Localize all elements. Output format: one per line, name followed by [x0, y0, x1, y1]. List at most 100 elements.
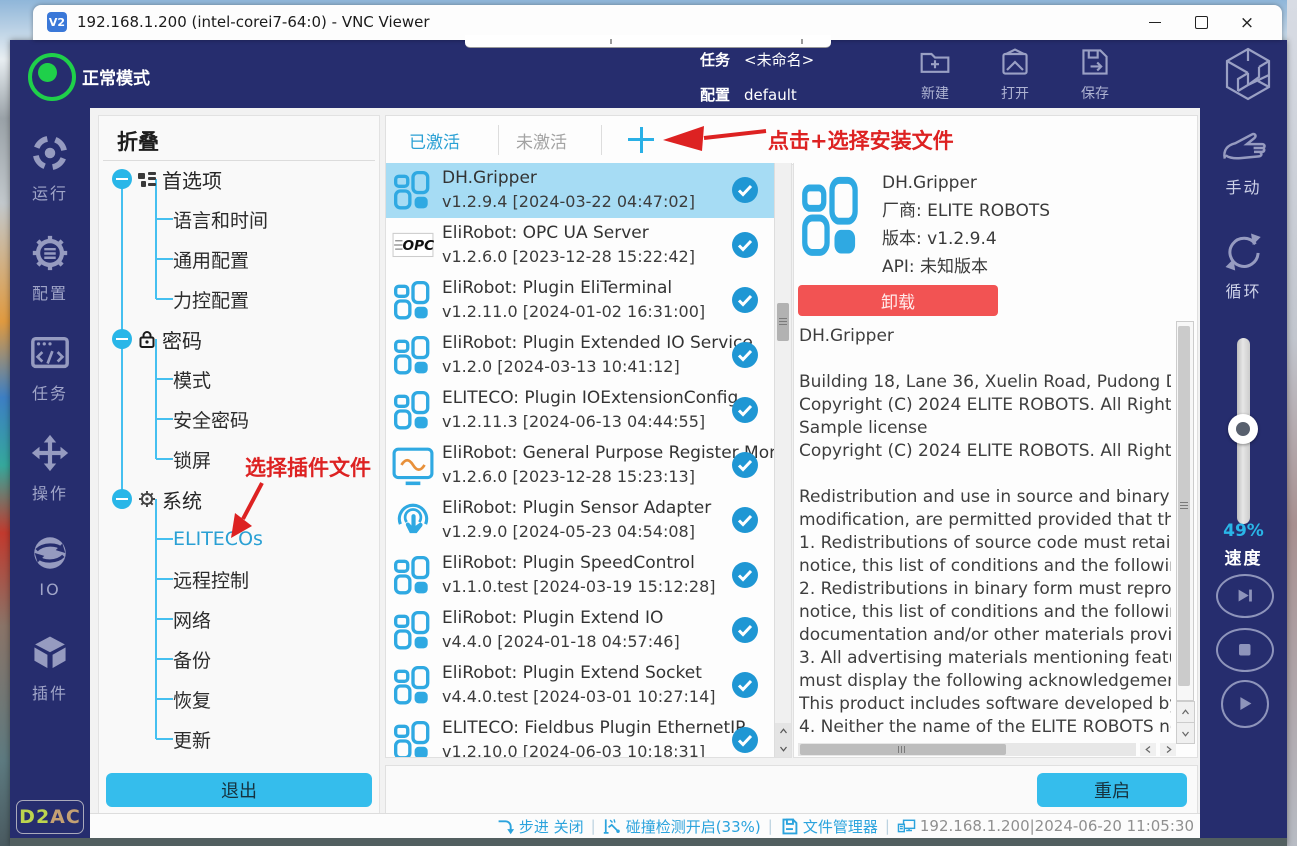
plugin-icon — [392, 390, 434, 432]
exit-button[interactable]: 退出 — [106, 773, 372, 807]
activated-check-icon[interactable] — [732, 452, 758, 478]
tree-item-恢复[interactable]: 恢复 — [99, 679, 377, 719]
collapse-node-icon[interactable] — [112, 329, 132, 349]
license-line: notice, this list of conditions and the … — [799, 601, 1171, 624]
plugin-name: EliRobot: OPC UA Server — [442, 223, 649, 243]
tree-collapse-header[interactable]: 折叠 — [117, 126, 159, 156]
activated-check-icon[interactable] — [732, 287, 758, 313]
activated-check-icon[interactable] — [732, 562, 758, 588]
save-task-label: 保存 — [1063, 83, 1127, 103]
divider: | — [768, 817, 773, 835]
activated-check-icon[interactable] — [732, 727, 758, 753]
tree-item-力控配置[interactable]: 力控配置 — [99, 279, 377, 319]
restart-button[interactable]: 重启 — [1037, 773, 1187, 807]
plugin-version: v1.2.0 [2024-03-13 10:41:12] — [442, 357, 680, 376]
activated-check-icon[interactable] — [732, 397, 758, 423]
collapse-node-icon[interactable] — [112, 169, 132, 189]
new-task-button[interactable]: 新建 — [903, 46, 967, 103]
step-forward-button[interactable] — [1216, 574, 1274, 618]
plugin-row[interactable]: EliRobot: Plugin EliTerminal v1.2.11.0 [… — [386, 273, 774, 328]
license-line: 1. Redistributions of source code must r… — [799, 532, 1171, 555]
collapse-node-icon[interactable] — [112, 489, 132, 509]
save-task-button[interactable]: 保存 — [1063, 46, 1127, 103]
tree-item-模式[interactable]: 模式 — [99, 359, 377, 399]
details-horizontal-scrollbar[interactable] — [798, 743, 1136, 756]
plugin-row[interactable]: EliRobot: OPC UA Server v1.2.6.0 [2023-1… — [386, 218, 774, 273]
details-scroll-left-button[interactable] — [1140, 743, 1156, 756]
plugin-row[interactable]: EliRobot: Plugin Extended IO Service v1.… — [386, 328, 774, 383]
activated-check-icon[interactable] — [732, 342, 758, 368]
activated-check-icon[interactable] — [732, 507, 758, 533]
annotation-add-hint: 点击+选择安装文件 — [768, 125, 954, 155]
task-row: 任务<未命名> — [700, 49, 814, 70]
plugin-list-scrollbar[interactable] — [774, 163, 791, 757]
details-scroll-up-button[interactable] — [1176, 701, 1195, 723]
plugin-row[interactable]: EliRobot: Plugin Extend Socket v4.4.0.te… — [386, 658, 774, 713]
activated-check-icon[interactable] — [732, 177, 758, 203]
plugin-version: v1.2.6.0 [2023-12-28 15:22:42] — [442, 247, 695, 266]
activated-check-icon[interactable] — [732, 232, 758, 258]
robot-status-indicator — [28, 53, 76, 101]
vnc-toolbar-notch[interactable] — [465, 35, 831, 48]
scrollbar-thumb[interactable] — [777, 303, 789, 341]
plugin-list: DH.Gripper v1.2.9.4 [2024-03-22 04:47:02… — [385, 163, 792, 758]
sidebar-item-config[interactable]: 配置 — [10, 232, 90, 304]
step-mode-indicator[interactable]: 步进 关闭 — [496, 816, 584, 837]
tree-group-系统[interactable]: 系统 — [99, 479, 377, 519]
play-button[interactable] — [1221, 680, 1269, 728]
details-scroll-right-button[interactable] — [1160, 743, 1176, 756]
plugin-row[interactable]: EliRobot: General Purpose Register Monit… — [386, 438, 774, 493]
plugin-row[interactable]: DH.Gripper v1.2.9.4 [2024-03-22 04:47:02… — [386, 163, 774, 218]
plugin-icon — [392, 445, 434, 487]
loop-mode-button[interactable]: 循环 — [1200, 230, 1287, 302]
maximize-button[interactable] — [1178, 5, 1224, 40]
uninstall-button[interactable]: 卸载 — [798, 285, 998, 316]
plugin-row[interactable]: ELITECO: Plugin IOExtensionConfig v1.2.1… — [386, 383, 774, 438]
plugin-row[interactable]: EliRobot: Plugin Sensor Adapter v1.2.9.0… — [386, 493, 774, 548]
plugin-row[interactable]: ELITECO: Fieldbus Plugin EthernetIP v1.2… — [386, 713, 774, 758]
tree-item-网络[interactable]: 网络 — [99, 599, 377, 639]
tree-group-密码[interactable]: 密码 — [99, 319, 377, 359]
activated-check-icon[interactable] — [732, 672, 758, 698]
manual-mode-button[interactable]: 手动 — [1200, 126, 1287, 198]
details-scroll-down-button[interactable] — [1176, 722, 1195, 744]
scroll-down-button[interactable] — [775, 740, 791, 757]
license-line: Copyright (C) 2024 ELITE ROBOTS. All Rig… — [799, 394, 1171, 417]
tree-item-更新[interactable]: 更新 — [99, 719, 377, 759]
tree-item-语言和时间[interactable]: 语言和时间 — [99, 199, 377, 239]
open-task-button[interactable]: 打开 — [983, 46, 1047, 103]
speed-slider-thumb[interactable] — [1228, 414, 1258, 444]
sidebar-item-task[interactable]: 任务 — [10, 332, 90, 404]
tab-activated[interactable]: 已激活 — [409, 128, 460, 153]
tree-connector-stub — [156, 738, 173, 740]
scroll-up-button[interactable] — [775, 723, 791, 740]
sidebar-item-operate[interactable]: 操作 — [10, 432, 90, 504]
file-manager-button[interactable]: 文件管理器 — [780, 816, 878, 837]
stop-button[interactable] — [1216, 628, 1274, 672]
sidebar-item-run[interactable]: 运行 — [10, 132, 90, 204]
details-vertical-scrollbar[interactable] — [1176, 321, 1194, 701]
collision-indicator[interactable]: 碰撞检测开启(33%) — [603, 816, 761, 837]
plugin-row[interactable]: EliRobot: Plugin Extend IO v4.4.0 [2024-… — [386, 603, 774, 658]
minimize-button[interactable] — [1132, 5, 1178, 40]
plugin-row[interactable]: EliRobot: Plugin SpeedControl v1.1.0.tes… — [386, 548, 774, 603]
close-button[interactable]: × — [1224, 5, 1270, 40]
add-plugin-button[interactable] — [626, 125, 656, 155]
sidebar-item-label: 任务 — [10, 380, 90, 404]
d2ac-badge-right: AC — [50, 806, 81, 828]
activated-check-icon[interactable] — [732, 617, 758, 643]
tree-group-首选项[interactable]: 首选项 — [99, 159, 377, 199]
tree-item-通用配置[interactable]: 通用配置 — [99, 239, 377, 279]
tree-item-ELITECOs[interactable]: ELITECOs — [99, 519, 377, 559]
scrollbar-thumb[interactable] — [1178, 326, 1190, 686]
d2ac-badge: D2AC — [16, 800, 84, 834]
tab-not-activated[interactable]: 未激活 — [516, 128, 567, 153]
scrollbar-thumb[interactable] — [800, 744, 1006, 755]
sidebar-item-plugin[interactable]: 插件 — [10, 632, 90, 704]
tree-item-远程控制[interactable]: 远程控制 — [99, 559, 377, 599]
tree-item-安全密码[interactable]: 安全密码 — [99, 399, 377, 439]
tree-item-备份[interactable]: 备份 — [99, 639, 377, 679]
sidebar-item-label: 插件 — [10, 680, 90, 704]
sidebar-item-io[interactable]: IO — [10, 532, 90, 599]
operate-icon — [29, 432, 71, 474]
